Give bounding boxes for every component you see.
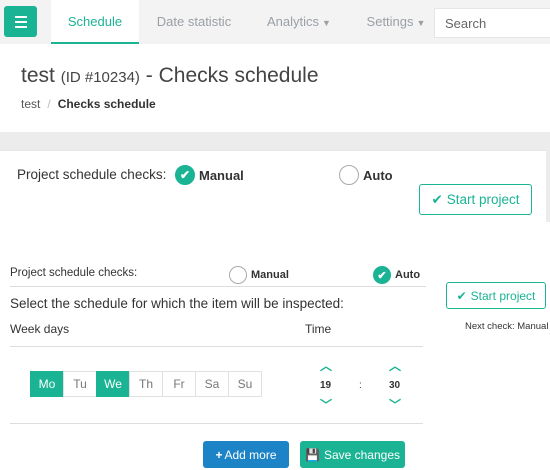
radio-label: Manual <box>251 269 289 281</box>
page-title: test (ID #10234) - Checks schedule <box>21 64 319 88</box>
radio-label: Auto <box>395 269 421 281</box>
caret-down-icon: ▼ <box>322 18 331 28</box>
check-icon: ✔ <box>456 288 467 303</box>
save-icon: 💾 <box>304 447 320 462</box>
day-button-mo[interactable]: Mo <box>30 371 64 397</box>
radio-empty-icon <box>229 266 247 284</box>
add-more-button[interactable]: + Add more <box>203 441 289 468</box>
radio-manual[interactable]: ✔ Manual <box>175 165 244 185</box>
page-title-suffix: - Checks schedule <box>145 64 319 87</box>
tab-label: Analytics <box>267 14 320 29</box>
hour-increment-chevron-up-icon[interactable]: ︿ <box>320 357 332 374</box>
schedule-checks-label: Project schedule checks: <box>10 267 138 279</box>
radio-auto[interactable]: ✔ Auto <box>373 266 420 284</box>
week-days-selector: Mo Tu We Th Fr Sa Su <box>30 371 262 397</box>
week-days-label: Week days <box>10 322 70 336</box>
day-button-tu[interactable]: Tu <box>63 371 97 397</box>
schedule-heading: Select the schedule for which the item w… <box>10 296 344 311</box>
next-check-status: Next check: Manual <box>465 321 549 332</box>
day-button-th[interactable]: Th <box>129 371 163 397</box>
tab-label: Settings <box>366 14 414 29</box>
day-button-we[interactable]: We <box>96 371 130 397</box>
hamburger-icon-bar <box>14 15 27 18</box>
breadcrumb-separator: / <box>47 97 51 111</box>
project-id: (ID #10234) <box>60 69 140 86</box>
hamburger-icon-bar <box>14 25 27 28</box>
day-button-su[interactable]: Su <box>228 371 262 397</box>
hour-value[interactable]: 19 <box>320 380 331 391</box>
hamburger-menu-button[interactable] <box>4 6 37 37</box>
divider <box>10 346 423 347</box>
button-label: Save changes <box>323 447 400 462</box>
top-navbar: Schedule Date statistic Analytics ▼ Setti… <box>0 0 550 44</box>
radio-label: Auto <box>363 167 393 183</box>
button-label: Start project <box>446 192 520 207</box>
tab-settings[interactable]: Settings ▼ <box>356 0 436 44</box>
divider <box>10 423 423 424</box>
tab-label: Schedule <box>67 14 123 29</box>
button-label: Add more <box>224 447 277 462</box>
check-icon: ✔ <box>431 191 443 207</box>
tab-date-statistic[interactable]: Date statistic <box>145 0 243 44</box>
check-icon: ✔ <box>175 165 195 185</box>
day-button-sa[interactable]: Sa <box>195 371 229 397</box>
schedule-settings-panel: Project schedule checks: Manual ✔ Auto ✔… <box>0 222 550 470</box>
radio-manual[interactable]: Manual <box>229 266 289 284</box>
minute-increment-chevron-up-icon[interactable]: ︿ <box>389 357 401 374</box>
button-label: Start project <box>470 288 536 303</box>
minute-decrement-chevron-down-icon[interactable]: ﹀ <box>389 396 401 413</box>
check-icon: ✔ <box>373 266 391 284</box>
tab-analytics[interactable]: Analytics ▼ <box>254 0 344 44</box>
breadcrumb-current: Checks schedule <box>57 97 156 111</box>
tab-label: Date statistic <box>156 14 232 29</box>
schedule-mode-panel: Project schedule checks: ✔ Manual Auto ✔… <box>0 150 546 222</box>
schedule-checks-label: Project schedule checks: <box>17 167 167 182</box>
plus-icon: + <box>215 447 223 462</box>
day-button-fr[interactable]: Fr <box>162 371 196 397</box>
project-name: test <box>21 64 55 87</box>
radio-empty-icon <box>339 165 359 185</box>
radio-label: Manual <box>199 167 244 183</box>
start-project-button[interactable]: ✔ Start project <box>446 282 546 309</box>
page-header: test (ID #10234) - Checks schedule test /… <box>0 44 550 132</box>
save-changes-button[interactable]: 💾 Save changes <box>300 441 405 468</box>
time-separator: : <box>359 380 362 391</box>
breadcrumb: test / Checks schedule <box>21 97 156 111</box>
time-label: Time <box>305 322 332 336</box>
hamburger-icon-bar <box>14 20 27 23</box>
radio-auto[interactable]: Auto <box>339 165 393 185</box>
breadcrumb-link-test[interactable]: test <box>21 97 40 111</box>
search-input[interactable] <box>434 8 550 38</box>
divider <box>10 286 426 287</box>
caret-down-icon: ▼ <box>416 18 426 28</box>
minute-value[interactable]: 30 <box>389 380 400 391</box>
hour-decrement-chevron-down-icon[interactable]: ﹀ <box>320 396 332 413</box>
tab-schedule[interactable]: Schedule <box>51 0 139 44</box>
start-project-button[interactable]: ✔ Start project <box>419 184 532 215</box>
